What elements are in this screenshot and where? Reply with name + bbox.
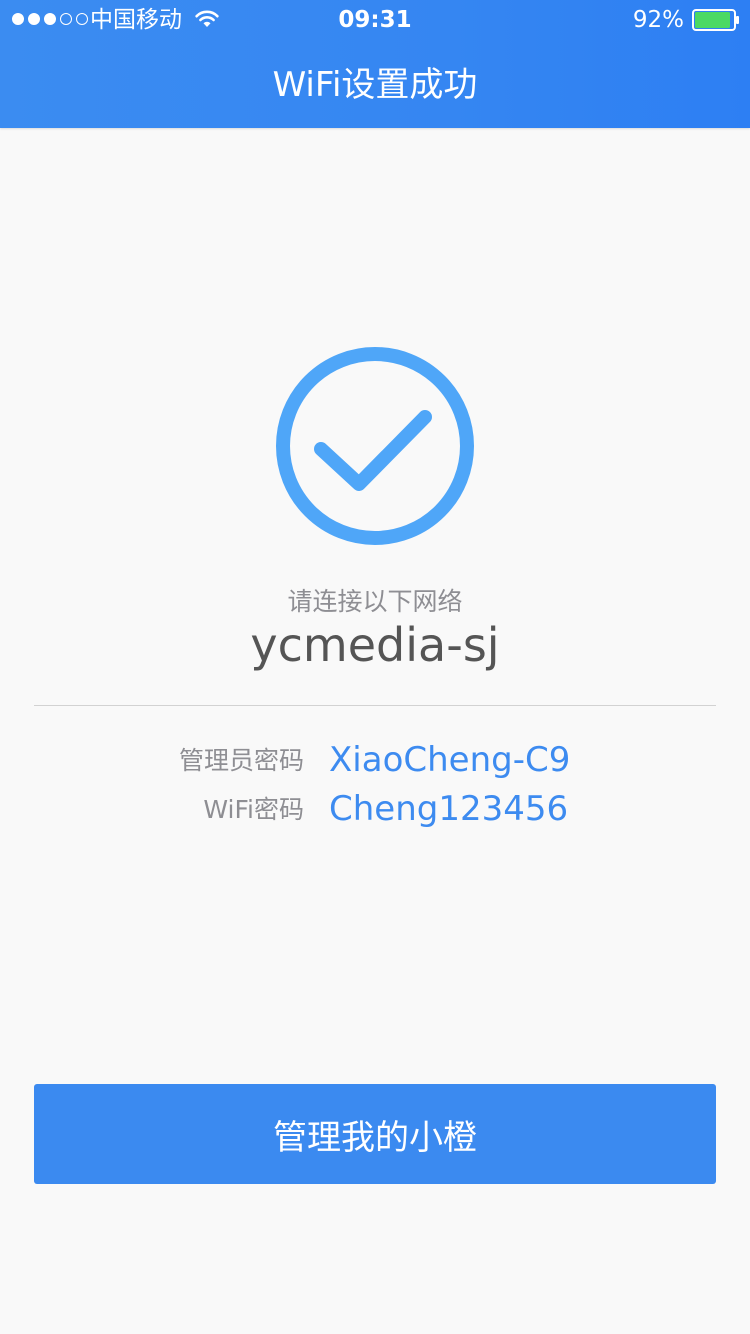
network-name: ycmedia-sj: [250, 618, 500, 672]
status-bar: 中国移动 09:31 92%: [0, 0, 750, 40]
manage-device-button[interactable]: 管理我的小橙: [34, 1084, 716, 1184]
check-circle-icon: [276, 347, 474, 545]
battery-icon: [692, 9, 739, 31]
admin-password-value: XiaoCheng-C9: [329, 740, 571, 780]
page-title: WiFi设置成功: [272, 65, 478, 105]
admin-password-row: 管理员密码 XiaoCheng-C9: [0, 737, 750, 783]
wifi-password-value: Cheng123456: [329, 789, 569, 829]
battery-percentage: 92%: [632, 7, 684, 33]
wifi-password-row: WiFi密码 Cheng123456: [0, 786, 750, 832]
nav-header: 中国移动 09:31 92% WiFi设置成功: [0, 0, 750, 128]
divider: [34, 705, 716, 706]
admin-password-label: 管理员密码: [178, 746, 304, 775]
wifi-password-label: WiFi密码: [203, 795, 304, 824]
